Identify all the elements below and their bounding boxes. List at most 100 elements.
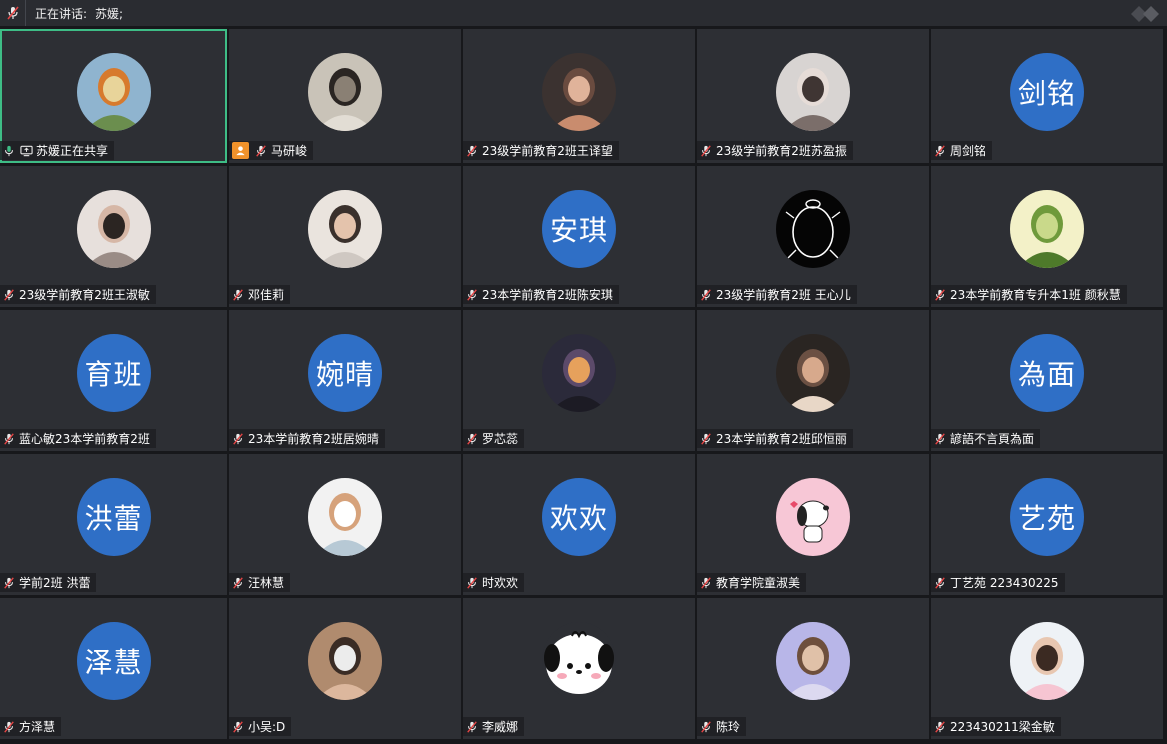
photo-girl-icon [76, 190, 151, 268]
participant-tile[interactable]: 苏媛正在共享 [0, 29, 227, 163]
host-badge-icon [232, 142, 249, 159]
participant-tile[interactable]: 為面 諺語不言頁為面 [931, 310, 1163, 451]
text-avatar: 欢欢 [542, 478, 616, 556]
muted-mic-icon [465, 288, 479, 302]
participant-name: 小吴:D [248, 720, 286, 734]
participant-tile[interactable]: 教育学院童淑美 [697, 454, 929, 595]
muted-mic-icon [699, 432, 713, 446]
muted-mic-icon [933, 144, 947, 158]
participant-name: 丁艺苑 223430225 [950, 576, 1059, 590]
participant-name-bar: 时欢欢 [463, 573, 525, 592]
participant-tile[interactable]: 小吴:D [229, 598, 461, 739]
participant-name-bar: 丁艺苑 223430225 [931, 573, 1065, 592]
muted-mic-icon [231, 288, 245, 302]
participant-tile[interactable]: 马研峻 [229, 29, 461, 163]
photo-hat-girl-icon [776, 622, 850, 700]
participant-name: 苏媛正在共享 [36, 144, 109, 158]
participant-name: 23本学前教育2班邱恒丽 [716, 432, 847, 446]
participant-name-bar: 苏媛正在共享 [0, 141, 115, 160]
participant-tile[interactable]: 23本学前教育专升本1班 颜秋慧 [931, 166, 1163, 307]
app-logo-icon [1131, 6, 1159, 22]
speaking-label: 正在讲话: [35, 6, 88, 21]
muted-mic-icon[interactable] [0, 0, 26, 26]
participant-name-bar: 学前2班 洪蕾 [0, 573, 97, 592]
photo-meadow-icon [1010, 190, 1084, 268]
participant-name: 23本学前教育2班陈安琪 [482, 288, 613, 302]
participant-name: 马研峻 [271, 144, 308, 158]
participant-tile[interactable]: 艺苑 丁艺苑 223430225 [931, 454, 1163, 595]
participant-name-bar: 马研峻 [229, 141, 314, 160]
participant-tile[interactable]: 婉晴 23本学前教育2班居婉晴 [229, 310, 461, 451]
participant-name-bar: 23级学前教育2班王译望 [463, 141, 619, 160]
participant-name: 23级学前教育2班王译望 [482, 144, 613, 158]
text-avatar: 為面 [1010, 334, 1084, 412]
participant-tile[interactable]: 欢欢时欢欢 [463, 454, 695, 595]
participant-name-bar: 23级学前教育2班王淑敏 [0, 285, 156, 304]
participant-tile[interactable]: 洪蕾 学前2班 洪蕾 [0, 454, 227, 595]
muted-mic-icon [465, 576, 479, 590]
participant-name: 陈玲 [716, 720, 741, 734]
participant-tile[interactable]: 223430211梁金敏 [931, 598, 1163, 739]
participant-name-bar: 23级学前教育2班苏盈振 [697, 141, 853, 160]
participant-name: 23级学前教育2班 王心儿 [716, 288, 851, 302]
photo-woman-icon [776, 334, 850, 412]
muted-mic-icon [465, 432, 479, 446]
muted-mic-icon [2, 576, 16, 590]
participant-name-bar: 蓝心敏23本学前教育2班 [0, 429, 156, 448]
participant-tile[interactable]: 安琪 23本学前教育2班陈安琪 [463, 166, 695, 307]
muted-mic-icon [933, 432, 947, 446]
photo-city-sunset-icon [542, 334, 616, 412]
participant-name-bar: 23本学前教育2班陈安琪 [463, 285, 619, 304]
muted-mic-icon [933, 720, 947, 734]
participant-name: 23本学前教育专升本1班 颜秋慧 [950, 288, 1121, 302]
participant-name-bar: 23本学前教育专升本1班 颜秋慧 [931, 285, 1127, 304]
participant-name: 学前2班 洪蕾 [19, 576, 91, 590]
participant-name: 周剑铭 [950, 144, 987, 158]
participant-tile[interactable]: 23级学前教育2班王淑敏 [0, 166, 227, 307]
text-avatar: 安琪 [542, 190, 616, 268]
text-avatar: 剑铭 [1010, 53, 1084, 131]
participant-name-bar: 23本学前教育2班邱恒丽 [697, 429, 853, 448]
participant-name-bar: 周剑铭 [931, 141, 993, 160]
muted-mic-icon [2, 288, 16, 302]
participant-video-grid: 苏媛正在共享 马研峻 23级学前教育2班王译望 23级学前教育2班苏盈振 剑铭周剑… [0, 29, 1167, 744]
participant-name: 223430211梁金敏 [950, 720, 1055, 734]
photo-little-girl-icon [1010, 622, 1084, 700]
photo-beach-icon [308, 478, 382, 556]
muted-mic-icon [933, 288, 947, 302]
participant-tile[interactable]: 陈玲 [697, 598, 929, 739]
muted-mic-icon [699, 144, 713, 158]
muted-mic-icon [465, 720, 479, 734]
participant-name: 时欢欢 [482, 576, 519, 590]
muted-mic-icon [2, 720, 16, 734]
muted-mic-icon [699, 576, 713, 590]
muted-mic-icon [933, 576, 947, 590]
participant-name: 李威娜 [482, 720, 519, 734]
participant-tile[interactable]: 育班 蓝心敏23本学前教育2班 [0, 310, 227, 451]
participant-tile[interactable]: 23级学前教育2班 王心儿 [697, 166, 929, 307]
photo-painting-icon [76, 53, 151, 131]
participant-tile[interactable]: 23本学前教育2班邱恒丽 [697, 310, 929, 451]
participant-tile[interactable]: 剑铭周剑铭 [931, 29, 1163, 163]
participant-tile[interactable]: 邓佳莉 [229, 166, 461, 307]
participant-name-bar: 23本学前教育2班居婉晴 [229, 429, 385, 448]
participant-name: 23本学前教育2班居婉晴 [248, 432, 379, 446]
participant-name: 蓝心敏23本学前教育2班 [19, 432, 150, 446]
muted-mic-icon [465, 144, 479, 158]
participant-tile[interactable]: 李威娜 [463, 598, 695, 739]
photo-statue-icon [308, 53, 382, 131]
participant-tile[interactable]: 泽慧 方泽慧 [0, 598, 227, 739]
bottom-edge [0, 740, 1167, 744]
participant-name: 23级学前教育2班苏盈振 [716, 144, 847, 158]
photo-mask-girl-icon [308, 622, 382, 700]
participant-name-bar: 223430211梁金敏 [931, 717, 1061, 736]
text-avatar: 泽慧 [76, 622, 151, 700]
participant-tile[interactable]: 23级学前教育2班苏盈振 [697, 29, 929, 163]
top-status-bar: 正在讲话: 苏媛; [0, 0, 1167, 26]
muted-mic-icon [231, 432, 245, 446]
photo-portrait-icon [776, 53, 850, 131]
participant-tile[interactable]: 罗芯蕊 [463, 310, 695, 451]
participant-tile[interactable]: 汪林慧 [229, 454, 461, 595]
muted-mic-icon [231, 576, 245, 590]
participant-tile[interactable]: 23级学前教育2班王译望 [463, 29, 695, 163]
